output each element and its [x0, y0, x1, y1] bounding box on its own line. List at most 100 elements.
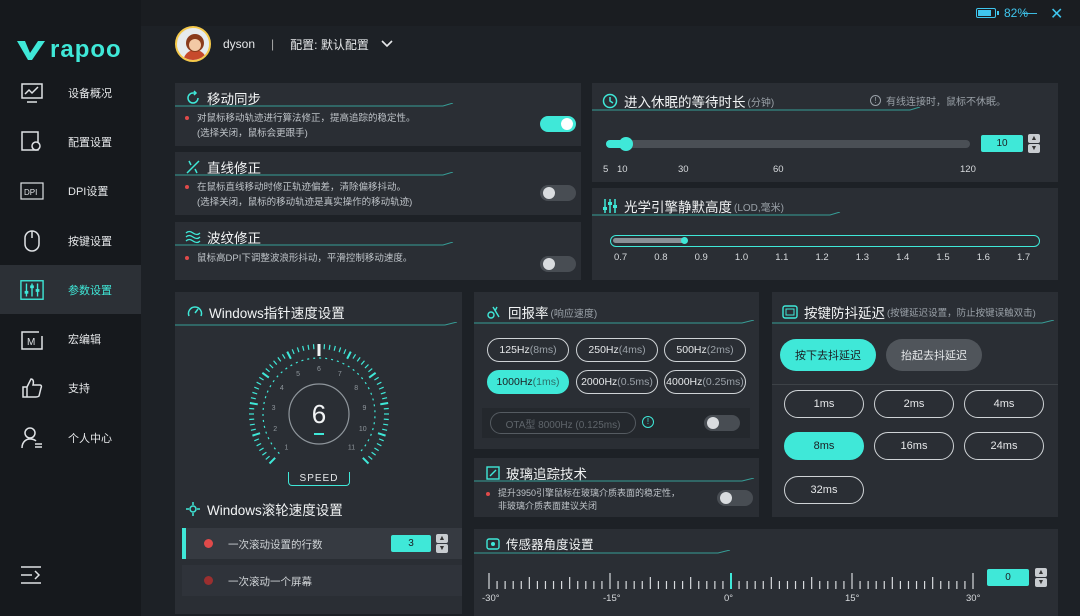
angle-tick-label: 30° — [966, 593, 981, 604]
battery-icon — [975, 8, 999, 18]
lod-tick-label: 0.9 — [694, 252, 708, 263]
info-icon: ! — [870, 95, 881, 106]
polling-250hz[interactable]: 250Hz (4ms) — [576, 338, 658, 362]
scroll-lines-stepper[interactable]: ▲ ▼ — [436, 534, 448, 553]
debounce-1ms[interactable]: 1ms — [784, 390, 864, 418]
angle-value-box[interactable]: 0 — [987, 569, 1029, 586]
dial-tick — [346, 351, 352, 360]
radio-selected[interactable] — [204, 539, 213, 548]
dial-tick — [380, 402, 389, 406]
angle-ruler[interactable] — [486, 567, 976, 591]
dial-number: 3 — [272, 405, 276, 412]
angle-snap-toggle[interactable] — [540, 185, 576, 201]
release-debounce-tab[interactable]: 抬起去抖延迟 — [886, 339, 982, 371]
avatar[interactable] — [175, 26, 211, 62]
debounce-16ms[interactable]: 16ms — [874, 432, 954, 460]
minimize-icon[interactable]: — — [1023, 4, 1037, 20]
dial-tick — [277, 357, 282, 362]
scroll-lines-value[interactable]: 3 — [391, 535, 431, 552]
dial-tick — [378, 438, 384, 442]
radio-unselected[interactable] — [204, 576, 213, 585]
slider-fill — [613, 238, 688, 243]
glass-toggle[interactable] — [717, 490, 753, 506]
polling-125hz[interactable]: 125Hz (8ms) — [487, 338, 569, 362]
dial-tick — [364, 364, 369, 369]
sleep-value-box[interactable]: 10 — [981, 135, 1023, 152]
nav-label: 宏编辑 — [68, 334, 101, 347]
lod-slider[interactable] — [610, 235, 1040, 247]
dial-tick — [307, 344, 310, 350]
rate: 125Hz — [499, 344, 530, 356]
slider-handle[interactable] — [618, 137, 633, 151]
dial-tick — [265, 455, 270, 460]
dial-number: 10 — [359, 426, 367, 433]
nav-item-buttons[interactable]: 按键设置 — [0, 216, 141, 265]
nav-menu: 设备概况 配置设置 DPI DPI设置 按键设置 参数设置 M 宏编辑 支持 个… — [0, 68, 141, 462]
nav-label: DPI设置 — [68, 186, 109, 199]
dial-tick — [376, 381, 382, 386]
sleep-slider[interactable] — [606, 137, 970, 151]
polling-2000hz[interactable]: 2000Hz (0.5ms) — [576, 370, 658, 394]
spin-up-icon[interactable]: ▲ — [436, 534, 448, 543]
press-debounce-tab[interactable]: 按下去抖延迟 — [780, 339, 876, 371]
spin-up-icon[interactable]: ▲ — [1028, 134, 1040, 143]
panel-title: 回报率 (响应速度) — [486, 302, 597, 322]
spin-down-icon[interactable]: ▼ — [436, 544, 448, 553]
nav-item-dpi[interactable]: DPI DPI设置 — [0, 167, 141, 216]
angle-tick-label: -15° — [603, 593, 621, 604]
dial-tick — [382, 428, 388, 431]
slider-handle[interactable] — [681, 237, 689, 244]
nav-item-device-overview[interactable]: 设备概况 — [0, 68, 141, 117]
desc-line: 对鼠标移动轨迹进行算法修正，提高追踪的稳定性。 — [197, 113, 416, 124]
menu-collapse-icon[interactable] — [20, 565, 42, 590]
thumbs-up-icon — [20, 376, 44, 400]
nav-item-params[interactable]: 参数设置 — [0, 265, 141, 315]
spin-down-icon[interactable]: ▼ — [1028, 144, 1040, 153]
speed-dial[interactable]: 1 2 3 4 5 6 7 8 9 10 11 6 — [239, 340, 399, 488]
dial-number: 7 — [338, 371, 342, 378]
rate: 250Hz — [588, 344, 619, 356]
pointer-title: Windows指针速度设置 — [209, 306, 345, 321]
polling-1000hz[interactable]: 1000Hz (1ms) — [487, 370, 569, 394]
polling-title: 回报率 — [508, 306, 549, 321]
lod-tick-label: 0.8 — [654, 252, 668, 263]
dial-tick — [291, 349, 295, 355]
rate: 2000Hz — [581, 376, 618, 388]
spin-down-icon[interactable]: ▼ — [1035, 578, 1047, 587]
rate: 4000Hz — [666, 376, 703, 388]
dial-number: 4 — [280, 385, 284, 392]
close-icon[interactable]: ✕ — [1050, 4, 1063, 24]
info-icon[interactable]: ! — [642, 416, 654, 428]
motion-sync-toggle[interactable] — [540, 116, 576, 132]
ota-toggle[interactable] — [704, 415, 740, 431]
dial-tick — [265, 368, 270, 373]
scroll-option-screen[interactable]: 一次滚动一个屏幕 — [182, 565, 462, 596]
sleep-stepper[interactable]: ▲ ▼ — [1028, 134, 1040, 153]
nav-item-macro[interactable]: M 宏编辑 — [0, 314, 141, 363]
debounce-32ms[interactable]: 32ms — [784, 476, 864, 504]
monitor-chart-icon — [20, 81, 44, 105]
debounce-24ms[interactable]: 24ms — [964, 432, 1044, 460]
nav-item-profile[interactable]: 个人中心 — [0, 413, 141, 462]
scroll-title-row: Windows滚轮速度设置 — [185, 499, 343, 519]
lod-tick-label: 1.5 — [936, 252, 950, 263]
scroll-option-lines[interactable]: 一次滚动设置的行数 3 ▲ ▼ — [182, 528, 462, 559]
user-icon — [20, 426, 44, 450]
spin-up-icon[interactable]: ▲ — [1035, 568, 1047, 577]
ripple-toggle[interactable] — [540, 256, 576, 272]
dial-tick — [328, 344, 331, 350]
debounce-4ms[interactable]: 4ms — [964, 390, 1044, 418]
chevron-down-icon[interactable] — [381, 37, 393, 51]
tick-label: 10 — [617, 164, 628, 175]
ota-8000hz-option[interactable]: OTA型 8000Hz (0.125ms) — [490, 412, 636, 434]
angle-stepper[interactable]: ▲ ▼ — [1035, 568, 1047, 587]
polling-4000hz[interactable]: 4000Hz (0.25ms) — [664, 370, 746, 394]
polling-500hz[interactable]: 500Hz (2ms) — [664, 338, 746, 362]
nav-item-support[interactable]: 支持 — [0, 364, 141, 413]
panel-title: 按键防抖延迟 (按键延迟设置，防止按键误触双击) — [782, 302, 1036, 322]
separator: | — [271, 37, 275, 51]
debounce-2ms[interactable]: 2ms — [874, 390, 954, 418]
ms: (1ms) — [532, 376, 560, 388]
debounce-8ms[interactable]: 8ms — [784, 432, 864, 460]
nav-item-config[interactable]: 配置设置 — [0, 117, 141, 166]
